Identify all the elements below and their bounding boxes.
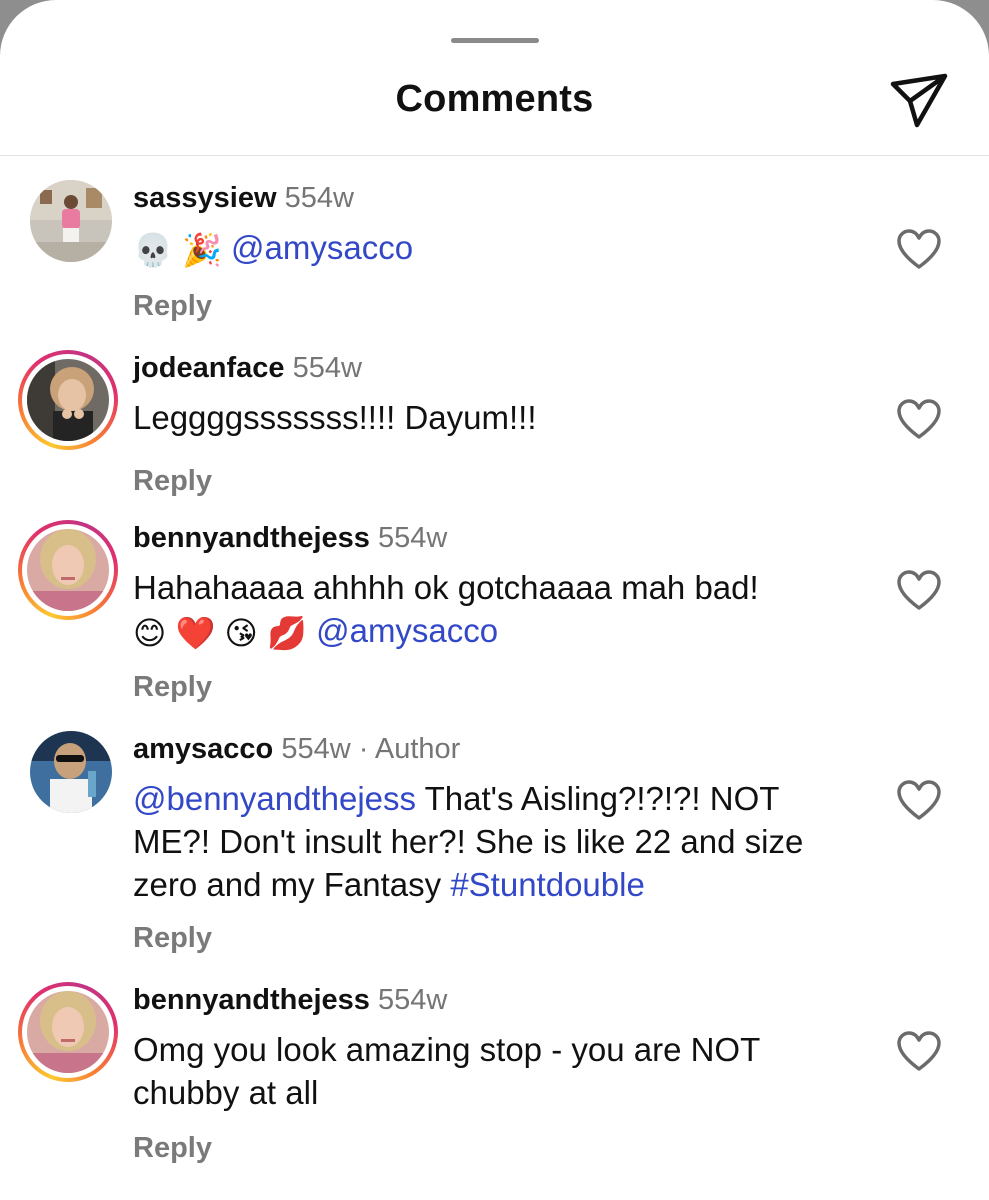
reply-button[interactable]: Reply: [133, 1132, 212, 1165]
avatar-photo: [30, 180, 112, 262]
page-title: Comments: [395, 78, 594, 120]
comment-text: Hahahaaaa ahhhh ok gotchaaaa mah bad! 😊 …: [133, 566, 853, 655]
author-badge: · Author: [358, 733, 461, 765]
comment-meta: amysacco 554w · Author: [133, 733, 460, 766]
username[interactable]: sassysiew: [133, 182, 277, 214]
heart-icon[interactable]: [896, 1030, 942, 1072]
story-ring-avatar[interactable]: [18, 982, 118, 1082]
send-icon[interactable]: [888, 70, 950, 130]
timestamp: 554w: [284, 182, 354, 214]
comment-meta: bennyandthejess 554w: [133, 522, 447, 555]
story-ring-avatar[interactable]: [18, 520, 118, 620]
comment-text: Leggggsssssss!!!! Dayum!!!: [133, 399, 537, 436]
avatar-photo: [27, 991, 109, 1073]
hashtag-link[interactable]: #Stuntdouble: [450, 866, 645, 903]
drag-handle[interactable]: [451, 38, 539, 43]
username[interactable]: bennyandthejess: [133, 984, 370, 1016]
avatar-photo: [30, 731, 112, 813]
timestamp: 554w: [377, 984, 448, 1016]
avatar[interactable]: [30, 731, 112, 813]
mention-link[interactable]: @amysacco: [231, 229, 413, 266]
comment-meta: bennyandthejess 554w: [133, 984, 447, 1017]
avatar-photo: [27, 529, 109, 611]
heart-icon[interactable]: [896, 779, 942, 821]
timestamp: 554w: [281, 733, 351, 765]
header-divider: [0, 155, 989, 156]
heart-icon[interactable]: [896, 569, 942, 611]
reply-button[interactable]: Reply: [133, 465, 212, 498]
heart-icon[interactable]: [896, 228, 942, 270]
heart-icon[interactable]: [896, 398, 942, 440]
reply-button[interactable]: Reply: [133, 922, 212, 955]
mention-link[interactable]: @amysacco: [316, 612, 498, 649]
story-ring-avatar[interactable]: [18, 350, 118, 450]
lips-emoji: 💋: [267, 613, 307, 652]
comment-text: @bennyandthejess That's Aisling?!?!?! NO…: [133, 777, 853, 906]
comment-text: 💀 🎉 @amysacco: [133, 226, 853, 272]
username[interactable]: jodeanface: [133, 352, 285, 384]
username[interactable]: bennyandthejess: [133, 522, 370, 554]
username[interactable]: amysacco: [133, 733, 273, 765]
mention-link[interactable]: @bennyandthejess: [133, 780, 416, 817]
kiss-face-emoji: 😘: [224, 613, 258, 652]
comment-meta: sassysiew 554w: [133, 182, 354, 215]
party-popper-emoji: 🎉: [182, 230, 222, 269]
timestamp: 554w: [292, 352, 362, 384]
avatar[interactable]: [30, 180, 112, 262]
reply-button[interactable]: Reply: [133, 290, 212, 323]
avatar-photo: [27, 359, 109, 441]
reply-button[interactable]: Reply: [133, 671, 212, 704]
comments-sheet: Comments sassysiew 554w 💀 🎉 @amysacco Re…: [0, 0, 989, 1200]
smile-emoji: 😊: [133, 613, 167, 652]
heart-emoji: ❤️: [175, 613, 216, 652]
comment-text-line: Hahahaaaa ahhhh ok gotchaaaa mah bad!: [133, 569, 759, 606]
comment-meta: jodeanface 554w: [133, 352, 362, 385]
timestamp: 554w: [377, 522, 448, 554]
skull-emoji: 💀: [133, 230, 173, 269]
comment-text: Omg you look amazing stop - you are NOT …: [133, 1031, 760, 1111]
